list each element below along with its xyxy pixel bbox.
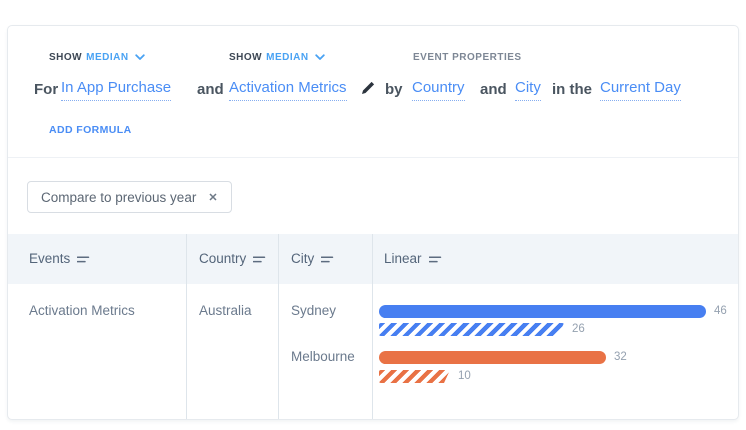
compare-chip[interactable]: Compare to previous year ✕ bbox=[27, 181, 232, 213]
event-selector-2[interactable]: Activation Metrics bbox=[229, 79, 347, 101]
analytics-panel: SHOW MEDIAN SHOW MEDIAN EVENT PROPERTIES… bbox=[0, 0, 746, 430]
bar-current[interactable] bbox=[379, 351, 606, 364]
bar-value: 26 bbox=[572, 323, 585, 335]
sort-icon[interactable] bbox=[428, 255, 442, 264]
date-range-selector[interactable]: Current Day bbox=[600, 79, 681, 101]
for-label: For bbox=[34, 81, 59, 98]
in-the-label: in the bbox=[552, 81, 592, 98]
column-divider bbox=[372, 234, 373, 419]
and-label-2: and bbox=[480, 81, 507, 98]
table-header: Events Country City Linear bbox=[8, 234, 738, 284]
city-cell: Sydney bbox=[291, 303, 337, 318]
close-icon[interactable]: ✕ bbox=[208, 191, 217, 204]
event-cell: Activation Metrics bbox=[29, 303, 135, 318]
property-selector-1[interactable]: Country bbox=[412, 79, 465, 101]
sort-icon[interactable] bbox=[321, 255, 334, 264]
country-cell: Australia bbox=[199, 303, 252, 318]
sort-icon[interactable] bbox=[77, 255, 90, 264]
aggregation-value[interactable]: MEDIAN bbox=[86, 52, 128, 63]
column-header-country[interactable]: Country bbox=[199, 234, 266, 284]
aggregation-value[interactable]: MEDIAN bbox=[266, 52, 308, 63]
section-divider bbox=[8, 157, 738, 158]
event-properties-label: EVENT PROPERTIES bbox=[413, 52, 522, 63]
city-cell: Melbourne bbox=[291, 349, 355, 364]
show-selector-2[interactable]: SHOW MEDIAN bbox=[229, 52, 325, 63]
column-header-events[interactable]: Events bbox=[29, 234, 90, 284]
event-selector-1[interactable]: In App Purchase bbox=[61, 79, 172, 101]
chevron-down-icon[interactable] bbox=[134, 54, 145, 61]
compare-chip-label: Compare to previous year bbox=[41, 189, 197, 205]
and-label: and bbox=[197, 81, 224, 98]
bar-previous[interactable] bbox=[379, 323, 564, 336]
query-card: SHOW MEDIAN SHOW MEDIAN EVENT PROPERTIES… bbox=[7, 25, 739, 420]
bar-value: 10 bbox=[458, 370, 471, 382]
column-header-city[interactable]: City bbox=[291, 234, 334, 284]
chevron-down-icon[interactable] bbox=[314, 54, 325, 61]
bar-previous[interactable] bbox=[379, 370, 450, 383]
show-label: SHOW bbox=[49, 52, 83, 63]
show-selector-1[interactable]: SHOW MEDIAN bbox=[49, 52, 145, 63]
by-label: by bbox=[385, 81, 403, 98]
add-formula-button[interactable]: ADD FORMULA bbox=[49, 124, 132, 136]
bar-value: 46 bbox=[714, 305, 727, 317]
bar-value: 32 bbox=[614, 351, 627, 363]
property-selector-2[interactable]: City bbox=[515, 79, 541, 101]
column-divider bbox=[278, 234, 279, 419]
bar-current[interactable] bbox=[379, 305, 706, 318]
show-label: SHOW bbox=[229, 52, 263, 63]
column-header-linear[interactable]: Linear bbox=[384, 234, 442, 284]
column-divider bbox=[186, 234, 187, 419]
sort-icon[interactable] bbox=[253, 255, 266, 264]
edit-pencil-icon[interactable] bbox=[361, 81, 375, 100]
